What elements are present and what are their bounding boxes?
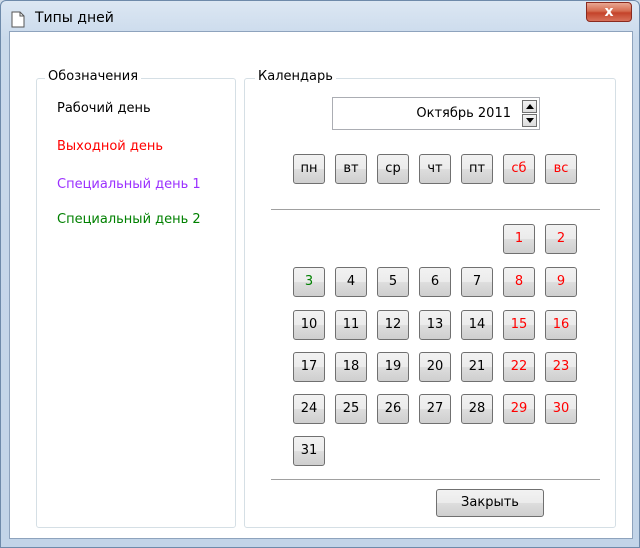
day-button[interactable]: 21 [461, 352, 493, 382]
day-button[interactable]: 8 [503, 267, 535, 297]
legend-item: Специальный день 1 [57, 177, 201, 192]
window-close-button[interactable]: x [586, 2, 632, 22]
spinner-up-button[interactable] [522, 100, 537, 113]
weekday-button[interactable]: сб [503, 154, 535, 184]
weekday-button[interactable]: пн [293, 154, 325, 184]
arrow-up-icon [526, 104, 534, 109]
day-button[interactable]: 19 [377, 352, 409, 382]
weekday-button[interactable]: вс [545, 154, 577, 184]
legend-item: Выходной день [57, 139, 163, 154]
day-button[interactable]: 28 [461, 394, 493, 424]
day-button[interactable]: 14 [461, 310, 493, 340]
month-year-value: Октябрь 2011 [416, 106, 511, 121]
day-button[interactable]: 10 [293, 310, 325, 340]
day-button[interactable]: 27 [419, 394, 451, 424]
day-button[interactable]: 9 [545, 267, 577, 297]
calendar-group-title: Календарь [255, 69, 336, 84]
day-button[interactable]: 26 [377, 394, 409, 424]
window-title: Типы дней [35, 10, 114, 26]
legend-item: Рабочий день [57, 101, 151, 116]
spinner-buttons [522, 100, 537, 127]
day-button[interactable]: 17 [293, 352, 325, 382]
close-icon: x [604, 4, 614, 20]
day-button[interactable]: 24 [293, 394, 325, 424]
weekday-button[interactable]: ср [377, 154, 409, 184]
month-year-spinner[interactable]: Октябрь 2011 [332, 97, 540, 130]
day-button[interactable]: 5 [377, 267, 409, 297]
day-button[interactable]: 2 [545, 224, 577, 254]
day-button[interactable]: 22 [503, 352, 535, 382]
day-button[interactable]: 6 [419, 267, 451, 297]
day-button[interactable]: 31 [293, 436, 325, 466]
day-button[interactable]: 20 [419, 352, 451, 382]
day-button[interactable]: 16 [545, 310, 577, 340]
day-button[interactable]: 15 [503, 310, 535, 340]
weekday-button[interactable]: вт [335, 154, 367, 184]
day-button[interactable]: 13 [419, 310, 451, 340]
arrow-down-icon [526, 118, 534, 123]
day-button[interactable]: 3 [293, 267, 325, 297]
close-dialog-button[interactable]: Закрыть [436, 489, 544, 517]
day-button[interactable]: 29 [503, 394, 535, 424]
spinner-down-button[interactable] [522, 114, 537, 127]
weekday-button[interactable]: пт [461, 154, 493, 184]
day-button[interactable]: 1 [503, 224, 535, 254]
day-button[interactable]: 23 [545, 352, 577, 382]
document-icon [11, 11, 25, 28]
day-button[interactable]: 18 [335, 352, 367, 382]
weekday-button[interactable]: чт [419, 154, 451, 184]
calendar-top-separator [271, 209, 600, 210]
day-button[interactable]: 11 [335, 310, 367, 340]
legend-item: Специальный день 2 [57, 212, 201, 227]
day-button[interactable]: 25 [335, 394, 367, 424]
legend-group: Обозначения Рабочий день Выходной день Спе… [36, 69, 236, 528]
day-button[interactable]: 30 [545, 394, 577, 424]
day-button[interactable]: 12 [377, 310, 409, 340]
day-button[interactable]: 4 [335, 267, 367, 297]
title-bar[interactable]: Типы дней x [1, 1, 639, 35]
legend-group-title: Обозначения [45, 69, 142, 84]
day-button[interactable]: 7 [461, 267, 493, 297]
calendar-bottom-separator [271, 479, 600, 480]
